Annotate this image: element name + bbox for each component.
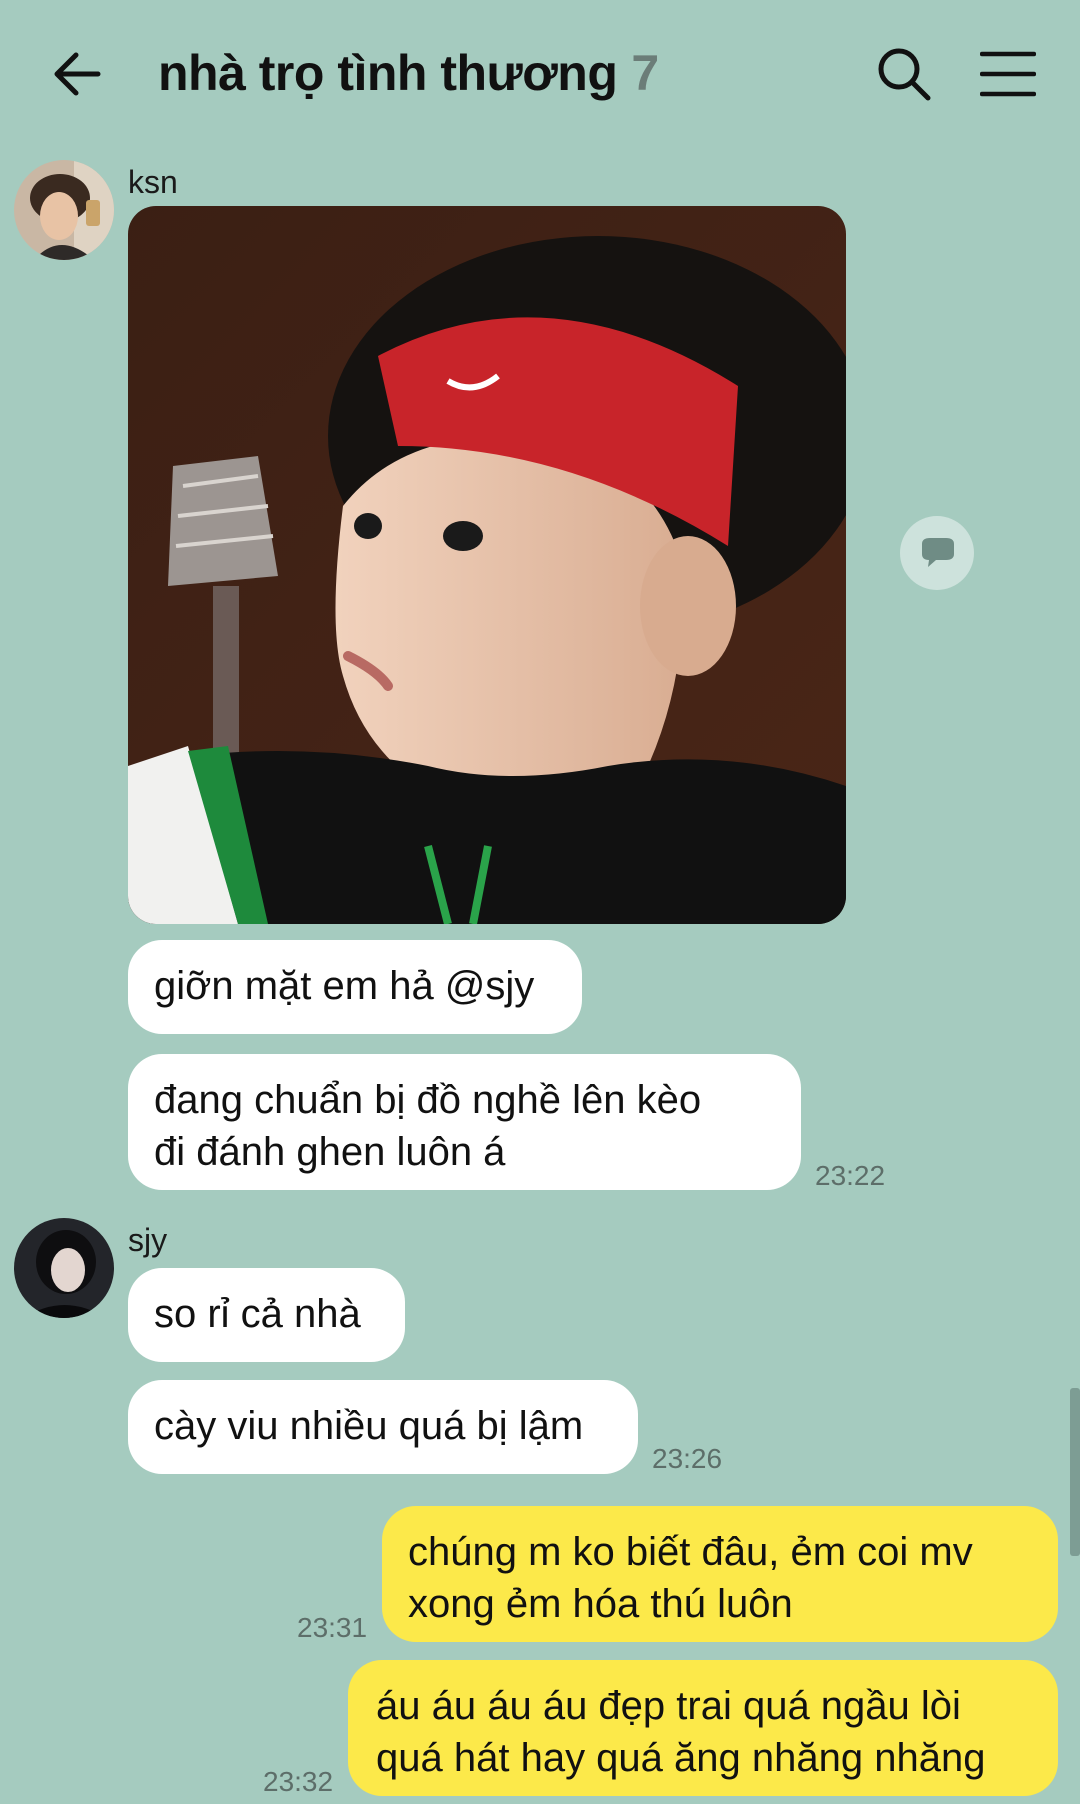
avatar-ksn[interactable] [14, 160, 114, 260]
message-bubble[interactable]: giỡn mặt em hả @sjy [128, 940, 582, 1034]
message-text-line: đang chuẩn bị đồ nghề lên kèo [154, 1078, 702, 1122]
message-text-line: đi đánh ghen luôn á [154, 1130, 506, 1174]
hamburger-menu-icon[interactable] [980, 50, 1036, 98]
sender-name-sjy: sjy [128, 1222, 168, 1258]
search-icon[interactable] [876, 46, 932, 102]
message-text-line: chúng m ko biết đâu, ẻm coi mv [408, 1530, 973, 1574]
comment-icon [922, 538, 954, 567]
arrow-left-icon[interactable] [48, 44, 108, 104]
chat-header: nhà trọ tình thương 7 [0, 0, 1080, 150]
message-bubble[interactable]: so rỉ cả nhà [128, 1268, 405, 1362]
message-text-line: xong ẻm hóa thú luôn [408, 1582, 793, 1626]
share-button[interactable] [900, 516, 974, 590]
my-message-bubble[interactable]: áu áu áu áu đẹp trai quá ngầu lòi quá há… [348, 1660, 1058, 1796]
member-count: 7 [631, 45, 659, 101]
message-text-line: áu áu áu áu đẹp trai quá ngầu lòi [376, 1684, 961, 1728]
message-timestamp: 23:31 [297, 1612, 368, 1643]
message-bubble[interactable]: cày viu nhiều quá bị lậm [128, 1380, 638, 1474]
message-bubble[interactable]: đang chuẩn bị đồ nghề lên kèo đi đánh gh… [128, 1054, 801, 1190]
chat-name: nhà trọ tình thương [158, 45, 618, 101]
scrollbar-thumb[interactable] [1070, 1388, 1080, 1556]
shared-photo[interactable] [128, 206, 846, 924]
avatar-sjy[interactable] [14, 1218, 114, 1318]
message-text: cày viu nhiều quá bị lậm [154, 1404, 584, 1448]
chat-title: nhà trọ tình thương 7 [158, 44, 659, 102]
message-timestamp: 23:22 [815, 1160, 886, 1191]
my-message-bubble[interactable]: chúng m ko biết đâu, ẻm coi mv xong ẻm h… [382, 1506, 1058, 1642]
message-text: so rỉ cả nhà [154, 1292, 361, 1336]
message-text: giỡn mặt em hả @sjy [154, 964, 535, 1008]
message-text-line: quá hát hay quá ăng nhăng nhăng [376, 1736, 986, 1780]
message-timestamp: 23:32 [263, 1766, 334, 1797]
sender-name-ksn: ksn [128, 164, 178, 200]
message-timestamp: 23:26 [652, 1443, 723, 1474]
